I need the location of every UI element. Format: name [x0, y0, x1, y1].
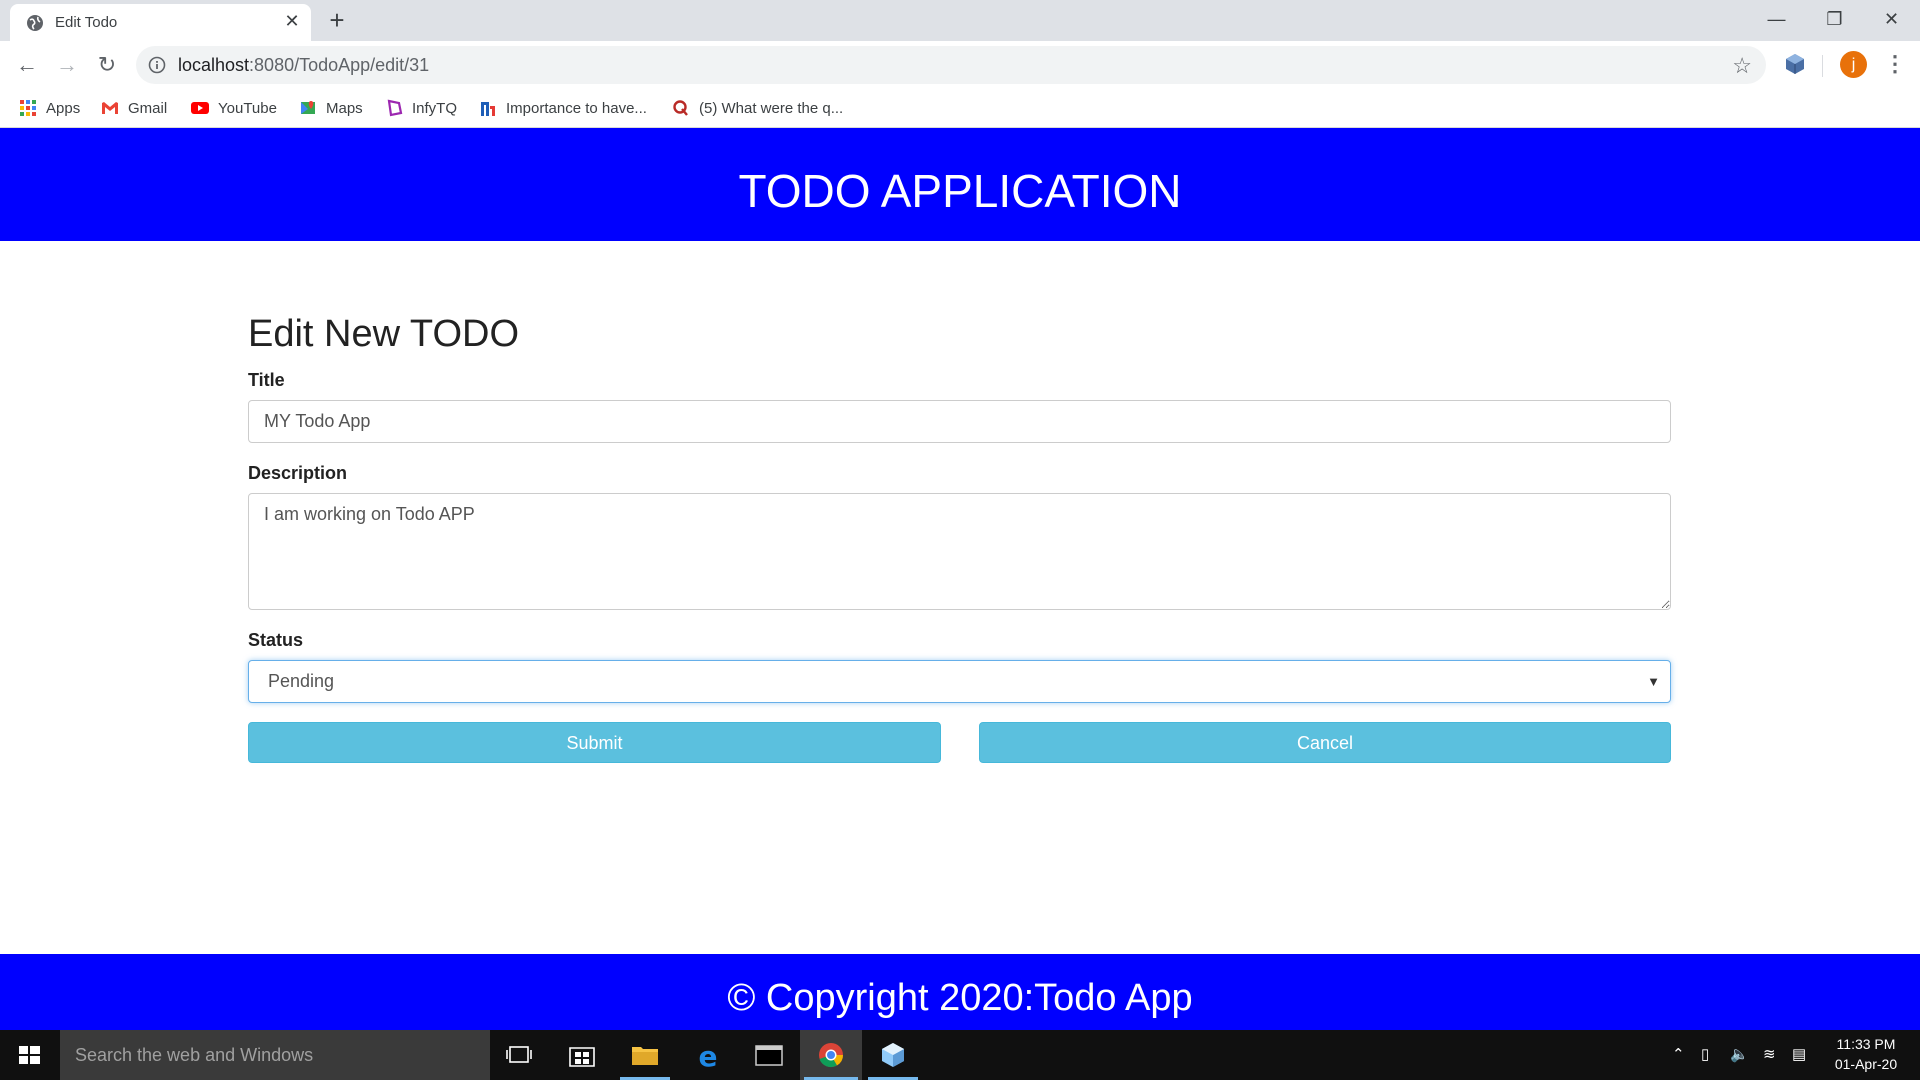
file-explorer-button[interactable]: [616, 1030, 674, 1080]
reload-icon[interactable]: ↻: [93, 51, 121, 79]
toolbar-separator: [1822, 55, 1823, 77]
tray-chevron-icon[interactable]: ⌃: [1672, 1045, 1685, 1063]
url-host: localhost: [178, 55, 250, 75]
dropdown-arrow-icon: ▼: [1647, 674, 1660, 689]
volume-icon[interactable]: 🔈: [1730, 1045, 1749, 1063]
restore-button[interactable]: ❐: [1806, 0, 1863, 38]
tab-strip: Edit Todo ✕ + — ❐ ✕: [0, 0, 1920, 41]
action-center-icon[interactable]: ▤: [1792, 1045, 1806, 1063]
submit-button[interactable]: Submit: [248, 722, 941, 763]
browser-toolbar: ← → ↻ localhost:8080/TodoApp/edit/31 ☆ j…: [0, 41, 1920, 89]
app-cube-button[interactable]: [864, 1030, 922, 1080]
forward-arrow-icon[interactable]: →: [53, 51, 81, 79]
status-selected-value: Pending: [268, 671, 335, 691]
cancel-button[interactable]: Cancel: [979, 722, 1671, 763]
bookmark-label: Gmail: [128, 99, 168, 117]
network-icon[interactable]: ≋: [1763, 1045, 1776, 1063]
copyright-text: © Copyright 2020:Todo App: [727, 977, 1193, 1019]
bookmark-label: Apps: [46, 99, 81, 117]
svg-text:e: e: [699, 1040, 718, 1073]
bookmark-star-icon[interactable]: ☆: [1732, 53, 1752, 79]
quora-icon: [673, 100, 688, 116]
bookmark-label: (5) What were the q...: [699, 99, 844, 117]
app-title: TODO APPLICATION: [738, 165, 1182, 217]
bookmark-importance[interactable]: Importance to have...: [479, 97, 647, 119]
globe-icon: [27, 15, 43, 31]
url-text: localhost:8080/TodoApp/edit/31: [178, 55, 429, 76]
bookmark-infytq[interactable]: InfyTQ: [385, 97, 457, 119]
tab-close-icon[interactable]: ✕: [281, 10, 303, 32]
description-textarea[interactable]: I am working on Todo APP: [248, 493, 1671, 610]
status-select[interactable]: Pending ▼: [248, 660, 1671, 703]
address-bar[interactable]: localhost:8080/TodoApp/edit/31 ☆: [136, 46, 1766, 84]
bookmark-youtube[interactable]: YouTube: [191, 97, 277, 119]
apps-grid-icon: [20, 100, 36, 116]
back-arrow-icon[interactable]: ←: [13, 51, 41, 79]
infytq-icon: [387, 99, 403, 117]
chrome-taskbar-button[interactable]: [800, 1030, 862, 1080]
task-view-icon[interactable]: [490, 1030, 548, 1080]
extension-cube-icon[interactable]: [1782, 51, 1808, 77]
form-heading: Edit New TODO: [248, 313, 520, 355]
store-icon[interactable]: [553, 1030, 611, 1080]
url-path: :8080/TodoApp/edit/31: [249, 55, 430, 75]
profile-avatar[interactable]: j: [1840, 51, 1867, 78]
minimize-button[interactable]: —: [1748, 0, 1805, 38]
bookmark-label: Maps: [326, 99, 363, 117]
bookmark-gmail[interactable]: Gmail: [101, 97, 167, 119]
maps-icon: [301, 101, 315, 114]
bookmark-n-icon: [481, 102, 495, 116]
title-label: Title: [248, 370, 285, 390]
close-window-button[interactable]: ✕: [1863, 0, 1920, 38]
bookmark-maps[interactable]: Maps: [299, 97, 363, 119]
chrome-icon: [819, 1043, 843, 1068]
terminal-icon[interactable]: [740, 1030, 798, 1080]
new-tab-button[interactable]: +: [324, 6, 350, 34]
taskbar-search-box[interactable]: Search the web and Windows: [60, 1030, 490, 1080]
cube-app-icon: [882, 1043, 904, 1067]
app-header: TODO APPLICATION: [0, 128, 1920, 241]
clock-date: 01-Apr-20: [1834, 1056, 1898, 1072]
status-label: Status: [248, 630, 304, 650]
app-footer: © Copyright 2020:Todo App: [0, 954, 1920, 1030]
folder-icon: [632, 1047, 658, 1065]
taskbar-clock[interactable]: 11:33 PM 01-Apr-20: [1822, 1034, 1910, 1074]
bookmark-label: Importance to have...: [506, 99, 647, 117]
taskbar: Search the web and Windows e ⌃ ▯ 🔈 ≋ ▤ 1…: [0, 1030, 1920, 1080]
info-icon[interactable]: [148, 56, 166, 74]
battery-icon[interactable]: ▯: [1701, 1045, 1709, 1063]
bookmark-label: YouTube: [218, 99, 277, 117]
tab-edit-todo[interactable]: Edit Todo ✕: [10, 4, 311, 41]
tab-title: Edit Todo: [55, 14, 118, 31]
bookmark-quora[interactable]: (5) What were the q...: [672, 97, 843, 119]
taskbar-search-placeholder: Search the web and Windows: [75, 1045, 314, 1065]
gmail-icon: [102, 102, 118, 114]
bookmark-apps[interactable]: Apps: [19, 97, 80, 119]
menu-kebab-icon[interactable]: ⋮: [1884, 50, 1906, 78]
clock-time: 11:33 PM: [1836, 1036, 1896, 1052]
edge-browser-icon[interactable]: e: [679, 1030, 737, 1080]
bookmark-label: InfyTQ: [412, 99, 458, 117]
windows-start-icon[interactable]: [0, 1030, 60, 1080]
bookmarks-bar: Apps Gmail YouTube Maps InfyTQ Importanc…: [0, 89, 1920, 128]
youtube-icon: [191, 102, 209, 114]
title-input[interactable]: [248, 400, 1671, 443]
description-label: Description: [248, 463, 348, 483]
